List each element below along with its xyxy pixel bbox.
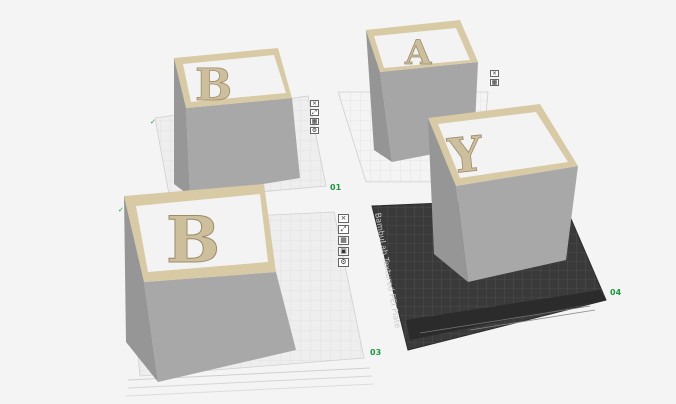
letter-b-front: B — [166, 203, 220, 278]
letter-a: A — [404, 33, 432, 73]
arrange-icon[interactable]: ▦ — [338, 236, 349, 245]
block-b-front[interactable]: B — [124, 184, 296, 382]
lock-icon[interactable]: ▣ — [338, 247, 349, 256]
3d-viewport[interactable]: A B Y B 01 03 04 ✓ ✓ × ⤢ ▦ ⚙ × ▦ × ⤢ ▦ ▣… — [0, 0, 676, 400]
letter-y: Y — [445, 126, 487, 185]
settings-icon[interactable]: ⚙ — [310, 127, 319, 134]
viewport-canvas[interactable]: A B Y B — [0, 0, 676, 400]
auto-orient-icon[interactable]: ⤢ — [338, 225, 349, 234]
block-b-back[interactable]: B — [174, 48, 300, 196]
plate-03-toolbar: × ⤢ ▦ ▣ ⚙ — [338, 214, 349, 267]
plate-03-corner-icon: ✓ — [118, 206, 124, 214]
auto-orient-icon[interactable]: ⤢ — [310, 109, 319, 116]
plate-01-toolbar: × ⤢ ▦ ⚙ — [310, 100, 319, 134]
settings-icon[interactable]: ⚙ — [338, 258, 349, 267]
plate-number-04: 04 — [610, 288, 622, 297]
plate-02-toolbar: × ▦ — [490, 70, 499, 86]
arrange-icon[interactable]: ▦ — [310, 118, 319, 125]
close-icon[interactable]: × — [310, 100, 319, 107]
block-y[interactable]: Y — [428, 104, 578, 282]
plate-01-corner-icon: ✓ — [150, 118, 156, 126]
plate-number-03: 03 — [370, 348, 382, 357]
close-icon[interactable]: × — [338, 214, 349, 223]
plate-number-01: 01 — [330, 183, 342, 192]
arrange-icon[interactable]: ▦ — [490, 79, 499, 86]
letter-b-back: B — [195, 60, 232, 111]
close-icon[interactable]: × — [490, 70, 499, 77]
